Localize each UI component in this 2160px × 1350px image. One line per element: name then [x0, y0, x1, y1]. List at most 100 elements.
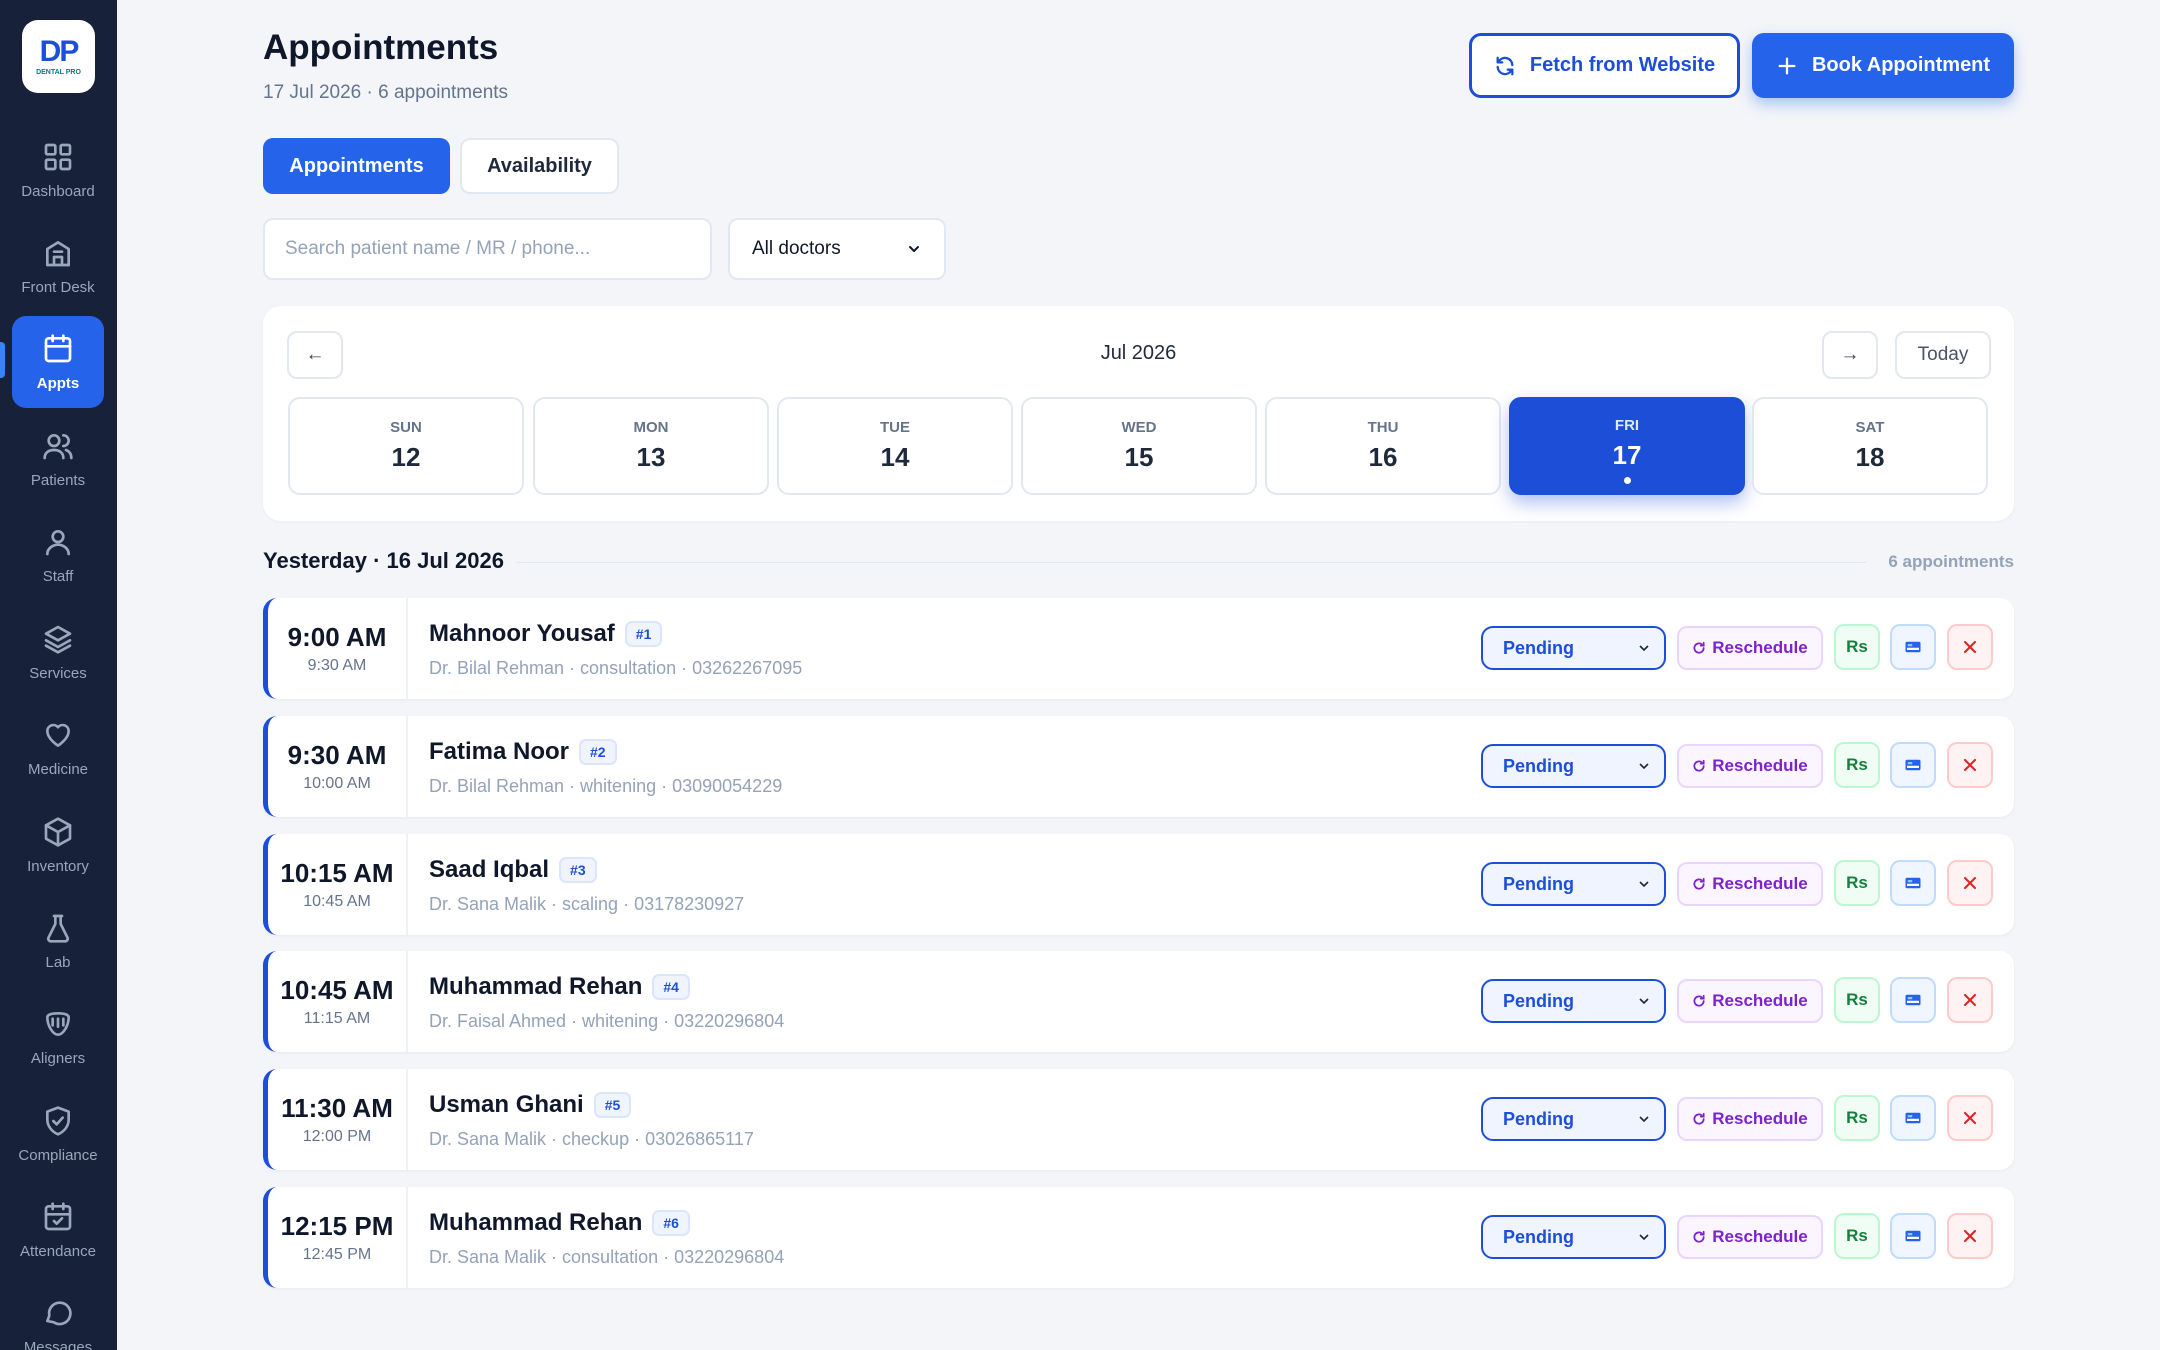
building-icon	[46, 240, 70, 266]
patient-name-line: Fatima Noor #2	[429, 738, 617, 766]
close-icon	[1963, 876, 1977, 890]
day-cell-sun[interactable]: SUN 12	[288, 397, 524, 495]
rotate-icon	[1693, 877, 1705, 890]
sidebar-item-label: Dashboard	[21, 182, 95, 200]
payment-button[interactable]: Rs	[1834, 624, 1880, 670]
status-select[interactable]: Pending	[1481, 744, 1666, 788]
sidebar-item-messages[interactable]: Messages	[12, 1280, 104, 1350]
status-select[interactable]: Pending	[1481, 1215, 1666, 1259]
sidebar-item-front-desk[interactable]: Front Desk	[12, 220, 104, 312]
day-cell-fri[interactable]: FRI 17	[1509, 397, 1745, 495]
appointment-time: 9:00 AM 9:30 AM	[268, 598, 408, 699]
print-card-button[interactable]	[1890, 624, 1936, 670]
box-icon	[44, 816, 72, 847]
appointment-row[interactable]: 10:15 AM 10:45 AM Saad Iqbal #3 Dr. Sana…	[263, 834, 2014, 935]
token-badge: #4	[652, 974, 690, 1000]
cancel-appointment-button[interactable]	[1947, 624, 1993, 670]
end-time: 12:00 PM	[302, 1128, 372, 1145]
sidebar-item-attendance[interactable]: Attendance	[12, 1184, 104, 1276]
print-card-button[interactable]	[1890, 1095, 1936, 1141]
print-card-button[interactable]	[1890, 1213, 1936, 1259]
appointment-row[interactable]: 11:30 AM 12:00 PM Usman Ghani #5 Dr. San…	[263, 1069, 2014, 1170]
book-appointment-button[interactable]: Book Appointment	[1752, 33, 2014, 98]
payment-button[interactable]: Rs	[1834, 860, 1880, 906]
patient-name[interactable]: Fatima Noor	[429, 738, 569, 766]
sidebar-item-label: Appts	[36, 374, 80, 392]
cancel-appointment-button[interactable]	[1947, 1095, 1993, 1141]
status-select[interactable]: Pending	[1481, 1097, 1666, 1141]
sidebar-item-lab[interactable]: Lab	[12, 895, 104, 987]
appointment-time: 10:15 AM 10:45 AM	[268, 834, 408, 935]
fetch-from-website-button[interactable]: Fetch from Website	[1469, 33, 1740, 98]
reschedule-button[interactable]: Reschedule	[1677, 979, 1823, 1023]
end-time: 11:15 AM	[303, 1010, 371, 1027]
close-icon	[1963, 1229, 1977, 1243]
appointment-row[interactable]: 10:45 AM 11:15 AM Muhammad Rehan #4 Dr. …	[263, 951, 2014, 1052]
patient-name[interactable]: Mahnoor Yousaf	[429, 620, 615, 648]
payment-button[interactable]: Rs	[1834, 742, 1880, 788]
reschedule-button[interactable]: Reschedule	[1677, 1215, 1823, 1259]
patient-name[interactable]: Usman Ghani	[429, 1091, 584, 1119]
fetch-label: Fetch from Website	[1529, 54, 1716, 76]
payment-button[interactable]: Rs	[1834, 1095, 1880, 1141]
appointment-meta: Dr. Sana Malik · scaling · 03178230927	[429, 894, 745, 914]
cancel-appointment-button[interactable]	[1947, 1213, 1993, 1259]
cancel-appointment-button[interactable]	[1947, 742, 1993, 788]
reschedule-button[interactable]: Reschedule	[1677, 626, 1823, 670]
sidebar-item-appts[interactable]: Appts	[12, 316, 104, 408]
day-cell-mon[interactable]: MON 13	[533, 397, 769, 495]
patient-name[interactable]: Muhammad Rehan	[429, 973, 642, 1001]
status-select[interactable]: Pending	[1481, 862, 1666, 906]
day-cell-sat[interactable]: SAT 18	[1752, 397, 1988, 495]
status-select[interactable]: Pending	[1481, 979, 1666, 1023]
print-card-button[interactable]	[1890, 977, 1936, 1023]
sidebar-item-medicine[interactable]: Medicine	[12, 702, 104, 794]
start-time: 10:15 AM	[280, 858, 394, 888]
sidebar-item-inventory[interactable]: Inventory	[12, 799, 104, 891]
reschedule-button[interactable]: Reschedule	[1677, 862, 1823, 906]
day-name: TUE	[880, 419, 910, 436]
id-card-icon	[1905, 641, 1921, 653]
day-cell-tue[interactable]: TUE 14	[777, 397, 1013, 495]
print-card-button[interactable]	[1890, 860, 1936, 906]
divider	[516, 562, 1866, 563]
status-value: Pending	[1503, 1226, 1574, 1247]
reschedule-label: Reschedule	[1712, 1109, 1808, 1128]
clinic-logo[interactable]: DP DENTAL PRO	[22, 20, 95, 93]
appointment-row[interactable]: 12:15 PM 12:45 PM Muhammad Rehan #6 Dr. …	[263, 1187, 2014, 1288]
sidebar-item-compliance[interactable]: Compliance	[12, 1088, 104, 1180]
payment-button[interactable]: Rs	[1834, 1213, 1880, 1259]
sidebar-item-dashboard[interactable]: Dashboard	[12, 124, 104, 216]
appointment-meta: Dr. Bilal Rehman · whitening · 030900542…	[429, 776, 783, 796]
cancel-appointment-button[interactable]	[1947, 977, 1993, 1023]
sidebar-item-services[interactable]: Services	[12, 606, 104, 698]
patient-name-line: Muhammad Rehan #4	[429, 973, 690, 1001]
search-input[interactable]	[263, 218, 712, 280]
day-cell-wed[interactable]: WED 15	[1021, 397, 1257, 495]
tab-availability[interactable]: Availability	[460, 138, 619, 194]
reschedule-button[interactable]: Reschedule	[1677, 744, 1823, 788]
next-week-button[interactable]: →	[1822, 331, 1878, 379]
id-card-icon	[1905, 759, 1921, 771]
patient-name[interactable]: Muhammad Rehan	[429, 1209, 642, 1237]
today-button[interactable]: Today	[1895, 331, 1991, 379]
end-time: 9:30 AM	[307, 657, 367, 674]
appointment-row[interactable]: 9:00 AM 9:30 AM Mahnoor Yousaf #1 Dr. Bi…	[263, 598, 2014, 699]
sidebar-item-aligners[interactable]: Aligners	[12, 991, 104, 1083]
tab-appointments[interactable]: Appointments	[263, 138, 450, 194]
sidebar-item-staff[interactable]: Staff	[12, 509, 104, 601]
sidebar: DP DENTAL PRO Dashboard Front Desk Appts…	[0, 0, 117, 1350]
patient-name[interactable]: Saad Iqbal	[429, 856, 549, 884]
payment-button[interactable]: Rs	[1834, 977, 1880, 1023]
doctor-filter-select[interactable]: All doctors	[728, 218, 946, 280]
sidebar-item-label: Compliance	[18, 1146, 98, 1164]
appointment-row[interactable]: 9:30 AM 10:00 AM Fatima Noor #2 Dr. Bila…	[263, 716, 2014, 817]
sidebar-item-patients[interactable]: Patients	[12, 413, 104, 505]
status-select[interactable]: Pending	[1481, 626, 1666, 670]
day-cell-thu[interactable]: THU 16	[1265, 397, 1501, 495]
cancel-appointment-button[interactable]	[1947, 860, 1993, 906]
print-card-button[interactable]	[1890, 742, 1936, 788]
chevron-down-icon	[1639, 998, 1649, 1005]
day-name: THU	[1367, 419, 1399, 436]
reschedule-button[interactable]: Reschedule	[1677, 1097, 1823, 1141]
